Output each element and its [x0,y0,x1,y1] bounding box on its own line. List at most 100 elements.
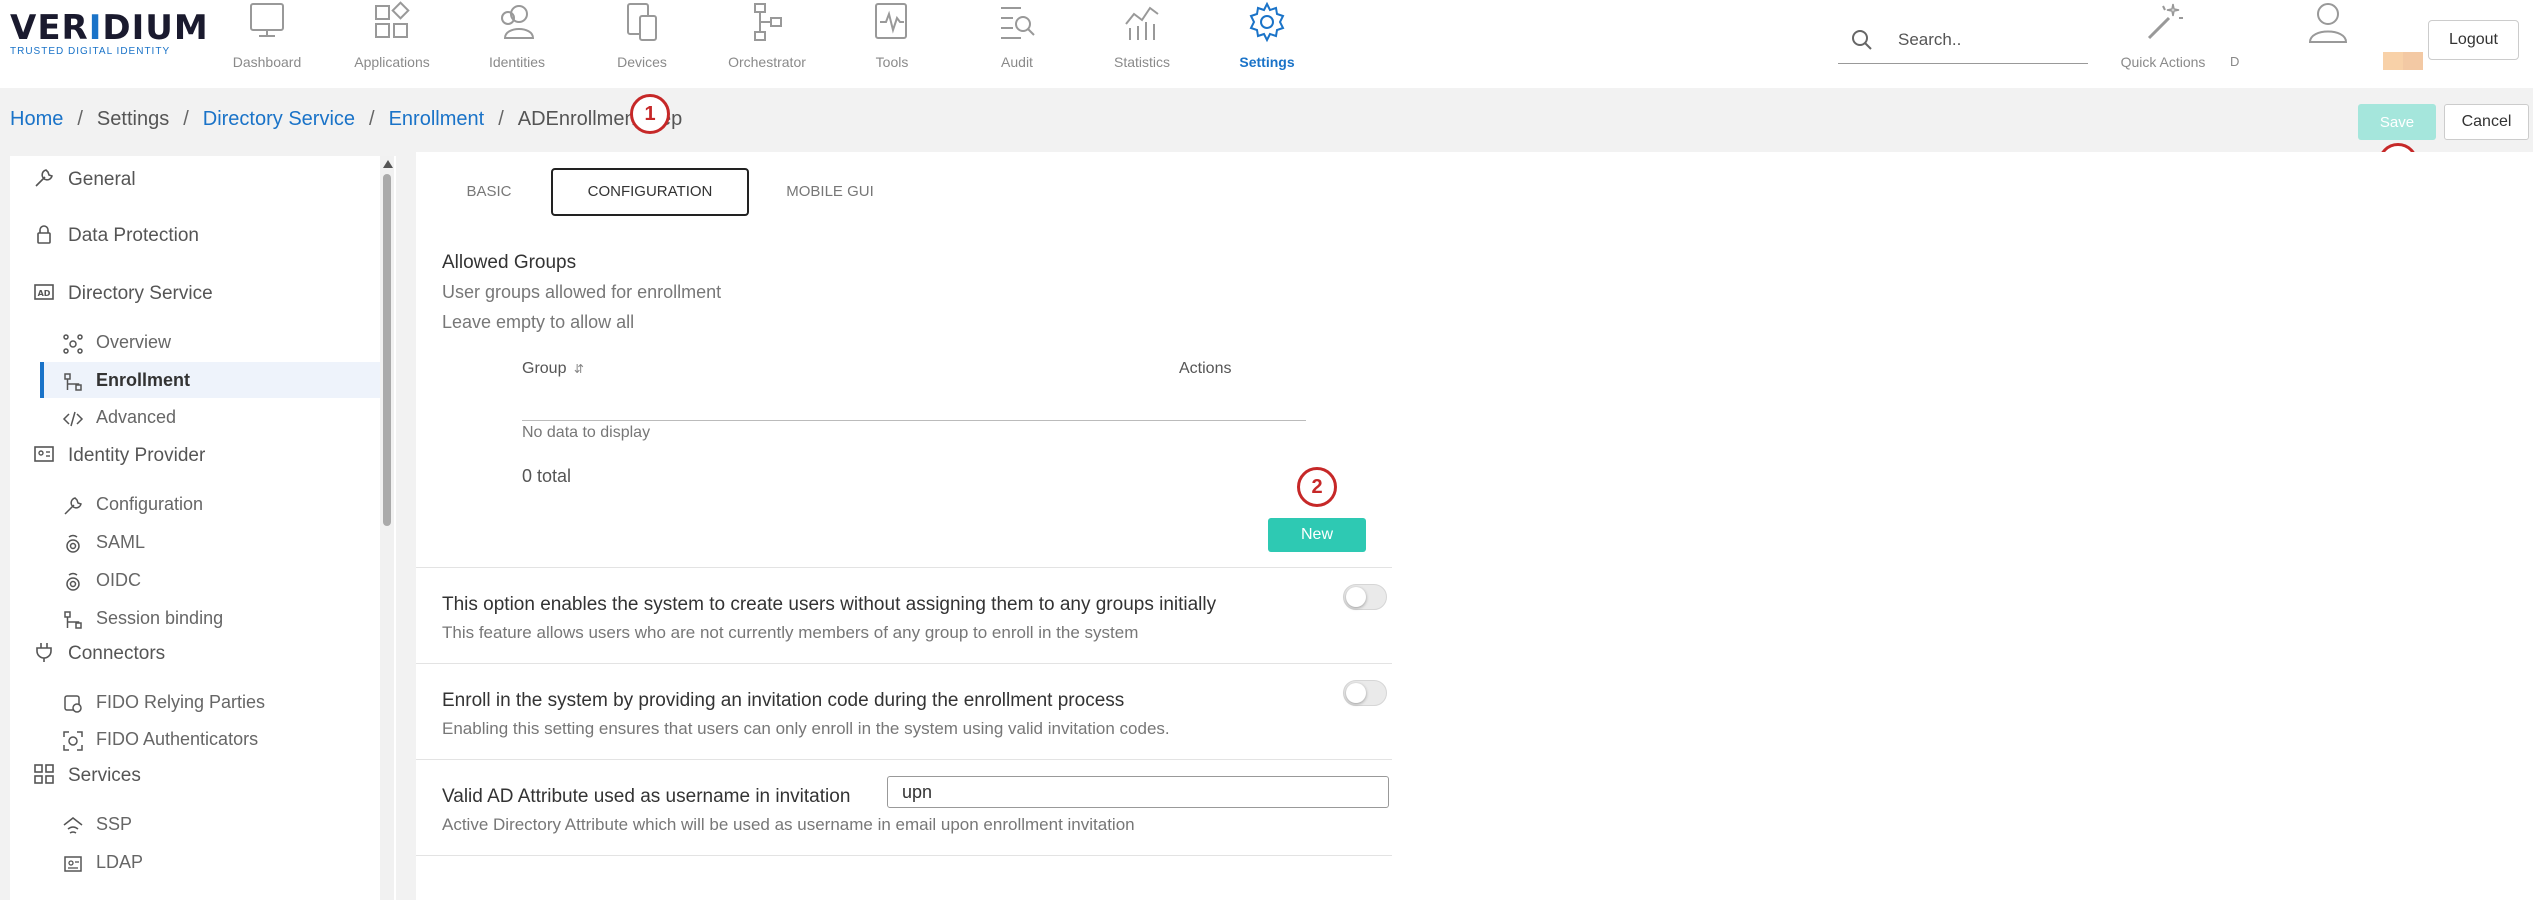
allowed-groups-description: User groups allowed for enrollment [442,282,722,302]
breadcrumb-separator: / [77,108,83,130]
nav-audit[interactable]: Audit [962,0,1072,88]
sidebar-item-label: LDAP [96,852,144,872]
veridium-logo[interactable]: VERIDIUM TRUSTED DIGITAL IDENTITY [10,8,209,64]
logout-button[interactable]: Logout [2428,20,2519,60]
nav-statistics[interactable]: Statistics [1087,0,1197,88]
statistics-icon [1120,0,1164,44]
tab-basic[interactable]: BASIC [438,168,540,216]
overview-icon [62,331,84,354]
section-divider [416,567,1392,568]
sidebar-item-label: Overview [96,332,172,352]
invitation-code-toggle[interactable] [1343,680,1387,706]
user-color-swatch [2383,52,2423,70]
table-total-count: 0 total [522,466,572,486]
nav-tools[interactable]: Tools [837,0,947,88]
tab-configuration[interactable]: CONFIGURATION [551,168,749,216]
applications-icon [370,0,414,44]
svg-text:AD: AD [38,289,51,298]
orchestrator-icon [745,0,789,44]
sidebar-item-overview[interactable]: Overview [52,324,388,360]
table-header-group[interactable]: Group ⇵ [522,360,584,378]
tab-mobile-gui[interactable]: MOBILE GUI [764,168,896,216]
sidebar-item-data-protection[interactable]: Data Protection [32,218,199,254]
identities-icon [495,0,539,44]
sidebar-item-identity-provider[interactable]: Identity Provider [32,438,205,474]
code-icon [62,406,84,428]
breadcrumb-enrollment[interactable]: Enrollment [389,108,485,130]
table-header-divider [522,420,1306,421]
sidebar-item-ldap[interactable]: LDAP [52,844,388,880]
sidebar-item-session-binding[interactable]: Session binding [52,600,388,636]
gear-icon [1245,0,1289,44]
user-avatar-icon[interactable] [2306,0,2350,48]
sidebar-scroll-thumb[interactable] [383,174,391,526]
wrench-icon [32,166,56,190]
sidebar-item-fido-authenticators[interactable]: FIDO Authenticators [52,721,388,757]
sidebar-item-label: Data Protection [68,225,199,246]
sidebar-item-saml[interactable]: SAML [52,524,388,560]
sidebar-item-label: Enrollment [96,370,191,390]
sidebar-item-label: Configuration [96,494,204,514]
save-button[interactable]: Save [2358,104,2436,140]
ad-attribute-description: Active Directory Attribute which will be… [442,815,1135,834]
session-binding-icon [62,607,84,629]
no-groups-toggle[interactable] [1343,584,1387,610]
nav-devices-label: Devices [617,54,667,70]
sidebar-item-label: Directory Service [68,283,213,304]
sidebar-item-fido-relying-parties[interactable]: FIDO Relying Parties [52,684,388,720]
new-group-button[interactable]: New [1268,518,1366,552]
nav-settings[interactable]: Settings [1212,0,1322,88]
enrollment-icon [62,369,84,391]
sidebar-item-services[interactable]: Services [32,758,141,794]
sidebar-item-enrollment[interactable]: Enrollment [40,362,388,398]
breadcrumb: Home / Settings / Directory Service / Enrollme… [10,104,682,134]
search-box [1838,18,2088,64]
nav-dashboard[interactable]: Dashboard [212,0,322,88]
ad-icon: AD [32,280,56,304]
face-scan-icon [62,728,84,751]
ad-attribute-title: Valid AD Attribute used as username in i… [442,786,851,807]
nav-devices[interactable]: Devices [587,0,697,88]
section-divider [416,663,1392,664]
tools-icon [870,0,914,44]
sidebar-item-directory-service[interactable]: AD Directory Service [32,276,213,312]
sidebar-item-general[interactable]: General [32,162,136,198]
section-divider [416,855,1392,856]
fido-relying-icon [62,691,84,713]
cancel-button[interactable]: Cancel [2444,104,2529,140]
logo-tagline: TRUSTED DIGITAL IDENTITY [10,46,171,57]
quick-actions-label: Quick Actions [2120,54,2206,70]
section-divider [416,759,1392,760]
sidebar-item-oidc[interactable]: OIDC [52,562,388,598]
sidebar-item-label: Advanced [96,407,177,427]
nav-applications[interactable]: Applications [337,0,447,88]
sidebar-item-configuration[interactable]: Configuration [52,486,388,522]
sidebar-item-advanced[interactable]: Advanced [52,399,388,435]
nav-identities[interactable]: Identities [462,0,572,88]
breadcrumb-home[interactable]: Home [10,108,63,130]
ad-attribute-input[interactable] [887,776,1389,808]
nav-orchestrator[interactable]: Orchestrator [712,0,822,88]
scroll-up-arrow-icon[interactable] [383,160,393,168]
allowed-groups-hint: Leave empty to allow all [442,312,635,332]
sidebar-item-label: FIDO Authenticators [96,729,259,749]
search-input[interactable] [1898,26,2078,54]
sidebar-item-label: Identity Provider [68,445,206,466]
ssp-icon [62,813,84,835]
allowed-groups-title: Allowed Groups [442,252,577,273]
configuration-panel: BASIC CONFIGURATION MOBILE GUI Allowed G… [416,152,2533,900]
sidebar-item-ssp[interactable]: SSP [52,806,388,842]
quick-actions-button[interactable]: Quick Actions [2108,0,2218,88]
nav-identities-label: Identities [488,54,546,70]
logo-brand: VERIDIUM [10,8,209,48]
sidebar-item-label: Session binding [96,608,224,628]
nav-statistics-label: Statistics [1113,54,1170,70]
lock-icon [32,222,56,246]
breadcrumb-directory-service[interactable]: Directory Service [203,108,355,130]
sidebar-item-connectors[interactable]: Connectors [32,636,165,672]
search-icon [1850,28,1874,52]
ldap-icon [62,851,84,873]
settings-sidebar: General Data Protection AD Directory Serv… [10,156,396,900]
sidebar-item-label: FIDO Relying Parties [96,692,266,712]
breadcrumb-bar: Home / Settings / Directory Service / Enrollme… [0,88,2533,152]
